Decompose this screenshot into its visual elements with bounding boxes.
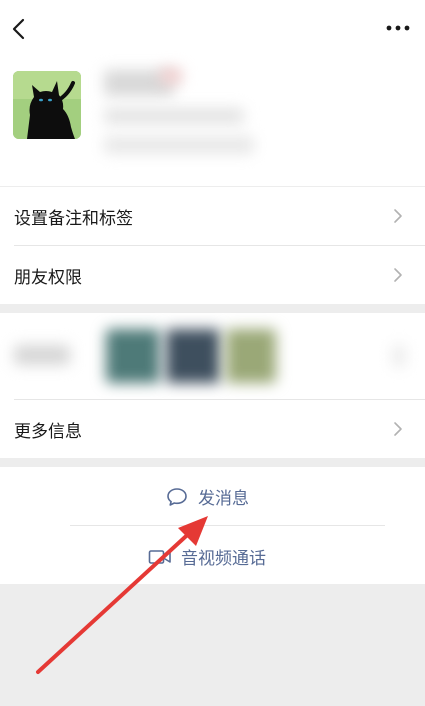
chevron-left-icon xyxy=(12,18,25,40)
blurred-moments-chevron xyxy=(392,345,406,367)
actions-group: 发消息 音视频通话 xyxy=(0,467,425,584)
blurred-moments-photo xyxy=(106,329,160,383)
blurred-moments-label xyxy=(14,345,70,365)
moments-row[interactable] xyxy=(0,313,425,399)
settings-remark-tags-label: 设置备注和标签 xyxy=(14,208,133,229)
chevron-right-icon xyxy=(394,268,402,282)
send-message-label: 发消息 xyxy=(198,489,249,509)
video-call-button[interactable]: 音视频通话 xyxy=(0,526,425,584)
blurred-region-info xyxy=(104,136,254,154)
more-button[interactable] xyxy=(385,16,411,40)
blurred-nickname-accent xyxy=(160,68,182,84)
black-cat-avatar-image xyxy=(13,71,81,139)
moments-group: 更多信息 xyxy=(0,313,425,458)
blurred-moments-photo xyxy=(226,329,276,383)
back-button[interactable] xyxy=(8,14,34,44)
profile-header xyxy=(0,0,425,186)
settings-remark-tags-row[interactable]: 设置备注和标签 xyxy=(0,187,425,245)
chevron-right-icon xyxy=(394,209,402,223)
blurred-moments-photo xyxy=(166,329,220,383)
blurred-account-info xyxy=(104,108,244,124)
settings-group: 设置备注和标签 朋友权限 xyxy=(0,187,425,304)
more-info-row[interactable]: 更多信息 xyxy=(0,400,425,458)
send-message-button[interactable]: 发消息 xyxy=(0,467,425,525)
avatar[interactable] xyxy=(13,71,81,139)
more-dots-icon xyxy=(386,25,410,31)
video-call-label: 音视频通话 xyxy=(181,549,266,569)
more-info-label: 更多信息 xyxy=(14,421,82,442)
chat-bubble-icon xyxy=(167,487,187,506)
chevron-right-icon xyxy=(394,422,402,436)
friend-permissions-row[interactable]: 朋友权限 xyxy=(0,246,425,304)
friend-permissions-label: 朋友权限 xyxy=(14,267,82,288)
video-camera-icon xyxy=(148,549,171,564)
